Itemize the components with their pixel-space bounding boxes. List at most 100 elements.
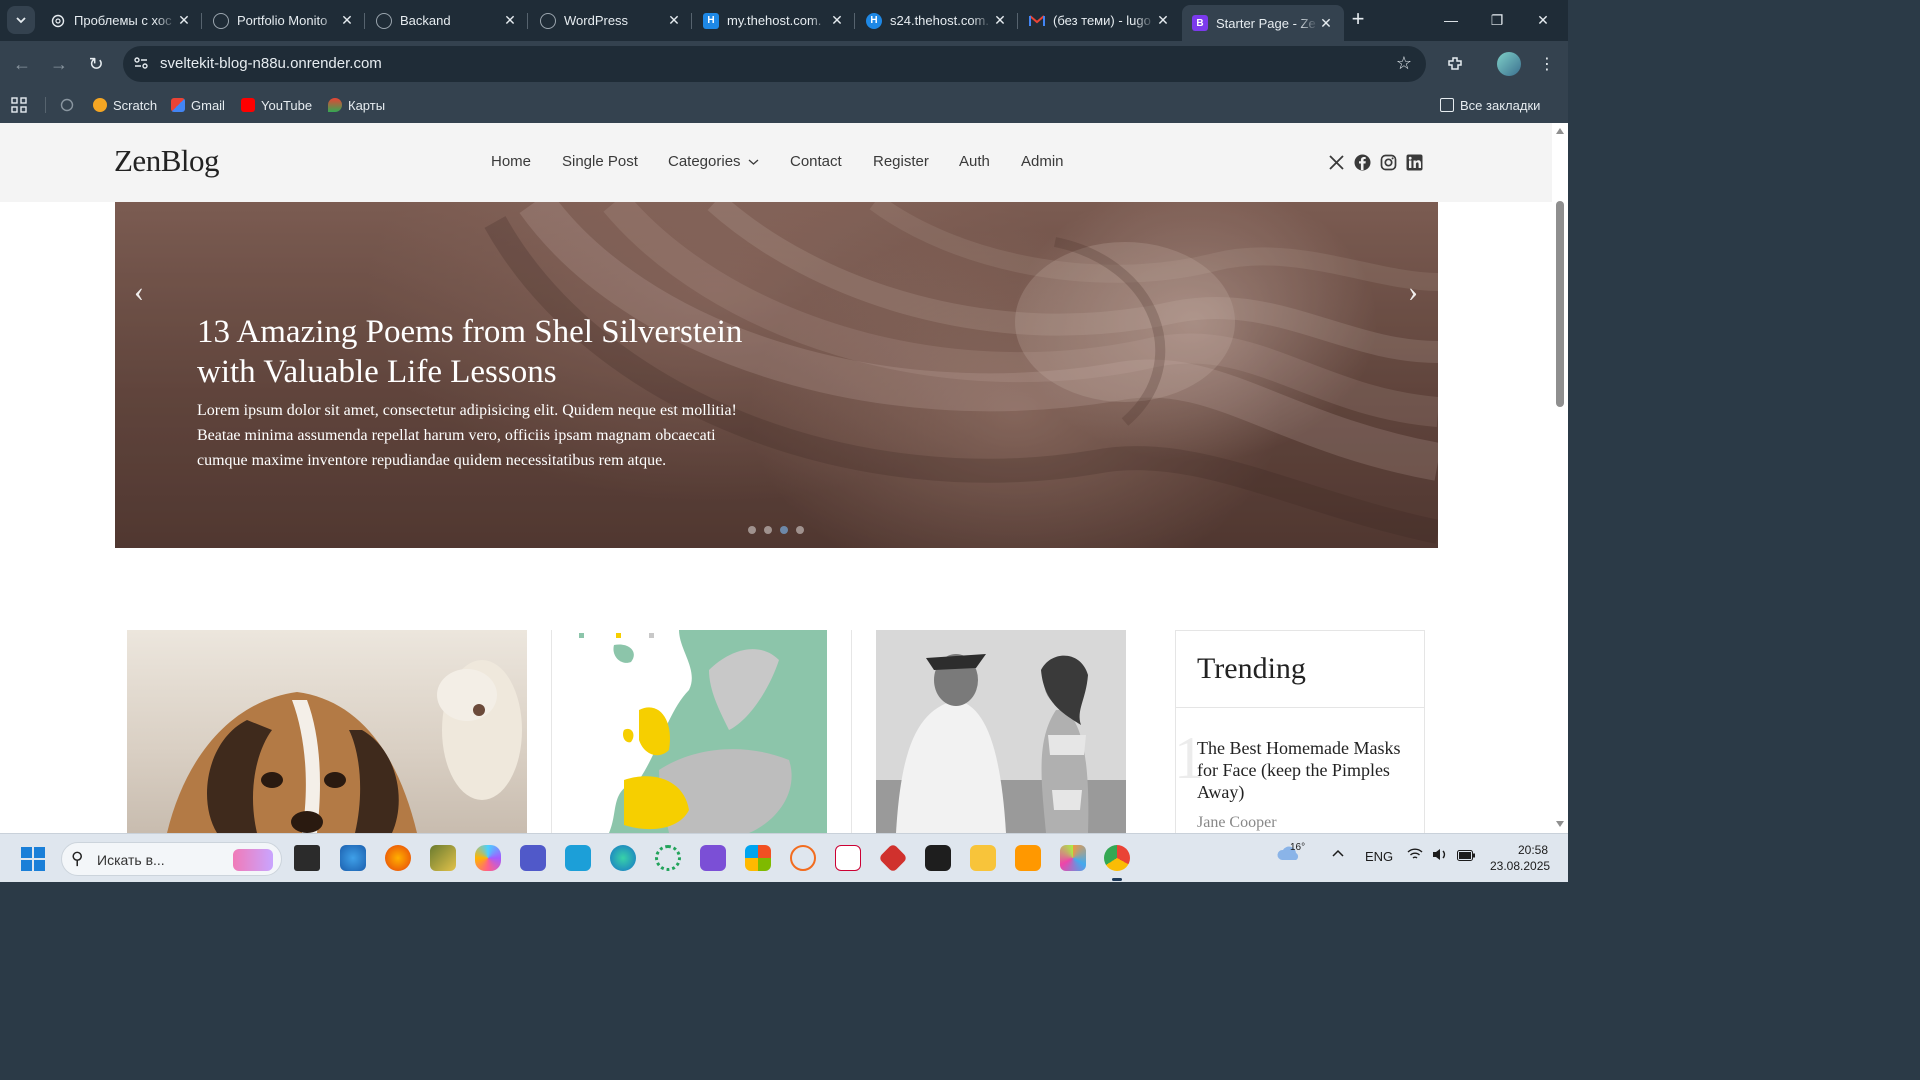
tab-2[interactable]: Backand ✕	[366, 5, 528, 36]
hero-title[interactable]: 13 Amazing Poems from Shel Silverstein w…	[197, 312, 777, 392]
app-ks-icon[interactable]	[835, 845, 861, 871]
profile-avatar[interactable]	[1497, 52, 1521, 76]
app-bolt-icon[interactable]	[565, 845, 591, 871]
tab-search-button[interactable]	[7, 6, 35, 34]
hero-next-arrow-icon[interactable]: ›	[1401, 277, 1425, 307]
app-icon-3[interactable]	[430, 845, 456, 871]
app-ring-icon[interactable]	[655, 845, 681, 871]
teams-icon[interactable]	[520, 845, 546, 871]
forward-button[interactable]: →	[47, 52, 71, 76]
file-explorer-icon[interactable]	[970, 845, 996, 871]
tab-6[interactable]: (без теми) - lugo ✕	[1019, 5, 1181, 36]
thehost-icon: H	[703, 12, 719, 29]
nav-register[interactable]: Register	[873, 153, 929, 170]
page-scrollbar[interactable]	[1552, 123, 1568, 833]
firefox-icon[interactable]	[385, 845, 411, 871]
nav-admin[interactable]: Admin	[1021, 153, 1064, 170]
tab-7-active[interactable]: B Starter Page - Ze ✕	[1182, 5, 1344, 41]
new-tab-button[interactable]: +	[1346, 8, 1370, 32]
tab-4[interactable]: H my.thehost.com. ✕	[693, 5, 855, 36]
linkedin-icon[interactable]	[1406, 154, 1424, 172]
site-info-icon[interactable]	[133, 55, 151, 73]
chrome-icon[interactable]	[1104, 845, 1130, 881]
tab-3[interactable]: WordPress ✕	[530, 5, 692, 36]
app-star-icon[interactable]	[1060, 845, 1086, 871]
facebook-icon[interactable]	[1354, 154, 1372, 172]
task-view-icon[interactable]	[294, 845, 320, 871]
close-icon[interactable]: ✕	[502, 12, 518, 29]
nav-contact[interactable]: Contact	[790, 153, 842, 170]
address-bar[interactable]: sveltekit-blog-n88u.onrender.com ☆	[123, 46, 1426, 82]
slider-dot[interactable]	[764, 526, 772, 534]
url-text[interactable]: sveltekit-blog-n88u.onrender.com	[160, 55, 382, 72]
close-icon[interactable]: ✕	[992, 12, 1008, 29]
site-logo[interactable]: ZenBlog	[114, 143, 220, 179]
git-icon[interactable]	[878, 843, 908, 873]
tray-expand-chevron-up-icon[interactable]	[1332, 846, 1344, 861]
close-icon[interactable]: ✕	[666, 12, 682, 29]
apps-grid-icon[interactable]	[11, 95, 27, 115]
extensions-icon[interactable]	[1443, 52, 1467, 76]
youtube-icon	[241, 98, 255, 112]
trending-post-title[interactable]: The Best Homemade Masks for Face (keep t…	[1197, 737, 1412, 803]
scrollbar-thumb[interactable]	[1556, 201, 1564, 407]
restore-button[interactable]: ❐	[1474, 0, 1520, 40]
nav-categories[interactable]: Categories	[668, 153, 759, 170]
close-icon[interactable]: ✕	[176, 12, 192, 29]
taskbar-search[interactable]: ⚲ Искать в...	[61, 842, 282, 876]
slider-dot-active[interactable]	[780, 526, 788, 534]
slider-dot[interactable]	[748, 526, 756, 534]
terminal-icon[interactable]	[925, 845, 951, 871]
post-image-europe-map[interactable]	[579, 630, 827, 833]
all-bookmarks-button[interactable]: Все закладки	[1440, 95, 1540, 115]
close-icon[interactable]: ✕	[339, 12, 355, 29]
visual-studio-icon[interactable]	[700, 845, 726, 871]
close-window-button[interactable]: ✕	[1520, 0, 1566, 40]
x-icon[interactable]	[1328, 154, 1346, 172]
wifi-icon[interactable]	[1407, 848, 1423, 864]
tab-1[interactable]: Portfolio Monito ✕	[203, 5, 365, 36]
post-image-beagle[interactable]	[127, 630, 527, 833]
weather-widget[interactable]: 16°	[1276, 842, 1305, 865]
close-icon[interactable]: ✕	[1155, 12, 1171, 29]
close-icon[interactable]: ✕	[829, 12, 845, 29]
close-icon[interactable]: ✕	[1318, 15, 1334, 32]
tab-title: (без теми) - lugo	[1053, 13, 1151, 28]
language-indicator[interactable]: ENG	[1365, 849, 1393, 864]
bookmark-star-icon[interactable]: ☆	[1396, 53, 1412, 74]
nav-auth[interactable]: Auth	[959, 153, 990, 170]
tab-5[interactable]: H s24.thehost.com. ✕	[856, 5, 1018, 36]
sublime-icon[interactable]	[1015, 845, 1041, 871]
bookmark-gmail[interactable]: Gmail	[171, 95, 225, 115]
scroll-up-arrow-icon[interactable]	[1556, 128, 1564, 134]
bookmark-scratch[interactable]: Scratch	[93, 95, 157, 115]
bookmark-maps[interactable]: Карты	[328, 95, 385, 115]
battery-icon[interactable]	[1457, 849, 1475, 864]
globe-icon	[213, 12, 229, 29]
jupyter-icon[interactable]	[790, 845, 816, 871]
nav-single-post[interactable]: Single Post	[562, 153, 638, 170]
edge-icon[interactable]	[610, 845, 636, 871]
instagram-icon[interactable]	[1380, 154, 1398, 172]
system-clock[interactable]: 20:58 23.08.2025	[1490, 842, 1550, 874]
nav-home[interactable]: Home	[491, 153, 531, 170]
scroll-down-arrow-icon[interactable]	[1556, 821, 1564, 827]
reload-button[interactable]: ↻	[84, 52, 108, 76]
tab-0[interactable]: Проблемы с хос ✕	[40, 5, 202, 36]
tab-title: Проблемы с хос	[74, 13, 172, 28]
hero-prev-arrow-icon[interactable]: ‹	[127, 277, 151, 307]
slider-dot[interactable]	[796, 526, 804, 534]
bookmark-youtube[interactable]: YouTube	[241, 95, 312, 115]
post-image-vintage-photo[interactable]	[876, 630, 1126, 833]
chatgpt-bookmark-icon[interactable]	[60, 95, 74, 115]
menu-kebab-icon[interactable]: ⋮	[1535, 52, 1559, 76]
copilot-icon[interactable]	[475, 845, 501, 871]
app-grid-icon[interactable]	[745, 845, 771, 871]
windows-start-icon[interactable]	[21, 847, 45, 871]
bootstrap-icon: B	[1192, 15, 1208, 31]
app-icon-1[interactable]	[340, 845, 366, 871]
back-button[interactable]: ←	[10, 52, 34, 76]
globe-icon	[540, 12, 556, 29]
minimize-button[interactable]: —	[1428, 0, 1474, 40]
volume-icon[interactable]	[1432, 848, 1448, 864]
